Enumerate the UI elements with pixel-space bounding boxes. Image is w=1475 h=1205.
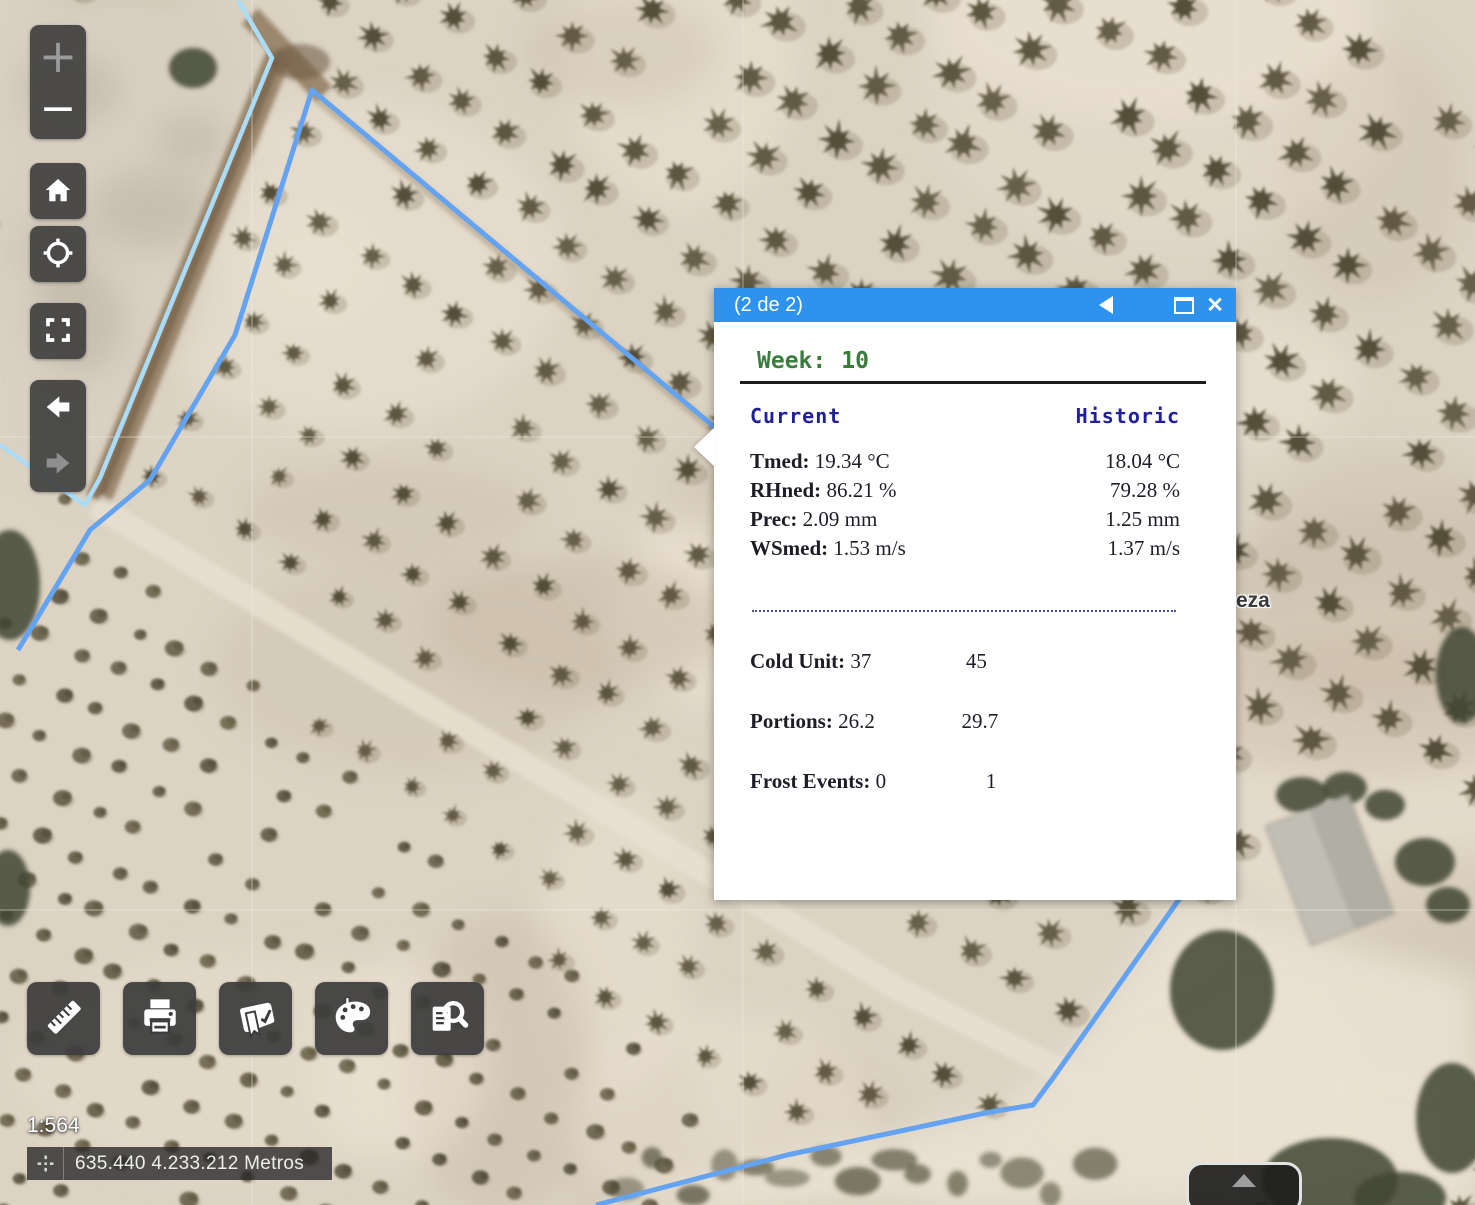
current-column-header: Current	[750, 404, 1010, 428]
row-label: Prec:	[750, 507, 797, 531]
feature-popup: (2 de 2) ✕ Week: 10 Current Historic	[714, 288, 1236, 900]
week-value: 10	[841, 348, 869, 374]
row-label: Cold Unit:	[750, 649, 845, 673]
coordinate-bar: 635.440 4.233.212 Metros	[27, 1147, 332, 1180]
bookmarks-button[interactable]	[219, 982, 292, 1055]
summary-row: Cold Unit: 37 45	[750, 649, 1200, 674]
row-current-value: 1.53 m/s	[833, 536, 905, 560]
ruler-icon	[41, 994, 87, 1043]
fullscreen-button[interactable]	[30, 303, 86, 359]
summary-row: Portions: 26.2 29.7	[750, 709, 1200, 734]
previous-feature-button[interactable]	[1092, 288, 1120, 322]
week-label: Week:	[757, 348, 826, 374]
row-historic-value: 45	[871, 649, 1061, 674]
row-historic-value: 18.04 °C	[1010, 447, 1200, 476]
row-historic-value: 1.25 mm	[1010, 505, 1200, 534]
forward-button[interactable]	[30, 436, 86, 492]
row-current-value: 19.34 °C	[815, 449, 890, 473]
document-magnifier-icon	[425, 994, 471, 1043]
column-headers: Current Historic	[750, 404, 1200, 428]
bottom-toolbar	[27, 982, 484, 1055]
plus-icon: +	[39, 29, 78, 83]
historic-column-header: Historic	[1010, 404, 1200, 428]
maximize-icon	[1174, 297, 1194, 314]
week-heading: Week: 10	[757, 348, 1236, 374]
row-current-value: 0	[876, 769, 887, 793]
zoom-out-button[interactable]: −	[30, 77, 86, 139]
zoom-controls: + −	[30, 25, 86, 139]
previous-icon	[1099, 296, 1113, 314]
home-button[interactable]	[30, 163, 86, 219]
row-historic-value: 29.7	[875, 709, 1065, 734]
collapse-panel-button[interactable]	[1186, 1162, 1302, 1205]
weather-row: Prec: 2.09 mm 1.25 mm	[750, 505, 1200, 534]
row-current-value: 37	[850, 649, 871, 673]
close-popup-button[interactable]: ✕	[1200, 288, 1230, 322]
row-label: RHned:	[750, 478, 821, 502]
back-button[interactable]	[30, 380, 86, 436]
crosshair-locate-icon	[42, 237, 74, 272]
popup-title: (2 de 2)	[714, 294, 803, 317]
row-historic-value: 79.28 %	[1010, 476, 1200, 505]
history-navigation	[30, 380, 86, 492]
row-current-value: 2.09 mm	[803, 507, 878, 531]
popup-header: (2 de 2) ✕	[714, 288, 1236, 322]
row-label: Frost Events:	[750, 769, 870, 793]
palette-brush-icon	[329, 994, 375, 1043]
summary-row: Frost Events: 0 1	[750, 769, 1200, 794]
popup-callout-pointer	[694, 427, 715, 467]
row-label: Tmed:	[750, 449, 810, 473]
popup-body: Week: 10 Current Historic Tmed: 19.34 °C …	[714, 322, 1236, 900]
close-icon: ✕	[1206, 293, 1224, 318]
coordinates-crosshair-icon[interactable]	[27, 1147, 64, 1180]
locate-button[interactable]	[30, 226, 86, 282]
fullscreen-icon	[43, 315, 73, 348]
chevron-up-icon	[1232, 1174, 1256, 1187]
row-historic-value: 1.37 m/s	[1010, 534, 1200, 563]
weather-row: Tmed: 19.34 °C 18.04 °C	[750, 447, 1200, 476]
map-viewport[interactable]: eza + −	[0, 0, 1475, 1205]
weather-row: WSmed: 1.53 m/s 1.37 m/s	[750, 534, 1200, 563]
home-icon	[43, 175, 73, 208]
dotted-separator	[752, 610, 1176, 612]
scale-label: 1:564	[27, 1114, 80, 1138]
maximize-popup-button[interactable]	[1170, 288, 1198, 322]
coordinate-readout: 635.440 4.233.212 Metros	[64, 1153, 304, 1175]
row-current-value: 26.2	[838, 709, 875, 733]
row-label: Portions:	[750, 709, 833, 733]
arrow-left-icon	[42, 391, 74, 426]
measure-button[interactable]	[27, 982, 100, 1055]
print-button[interactable]	[123, 982, 196, 1055]
map-place-label: eza	[1236, 589, 1270, 613]
draw-button[interactable]	[315, 982, 388, 1055]
row-current-value: 86.21 %	[826, 478, 896, 502]
weather-rows: Tmed: 19.34 °C 18.04 °C RHned: 86.21 % 7…	[750, 447, 1200, 563]
weather-row: RHned: 86.21 % 79.28 %	[750, 476, 1200, 505]
minus-icon: −	[40, 83, 77, 134]
search-attributes-button[interactable]	[411, 982, 484, 1055]
book-bookmark-icon	[233, 994, 279, 1043]
printer-icon	[137, 994, 183, 1043]
week-underline	[740, 381, 1206, 384]
row-label: WSmed:	[750, 536, 828, 560]
summary-rows: Cold Unit: 37 45 Portions: 26.2 29.7 Fro…	[750, 649, 1200, 794]
arrow-right-icon	[42, 447, 74, 482]
row-historic-value: 1	[886, 769, 1076, 794]
